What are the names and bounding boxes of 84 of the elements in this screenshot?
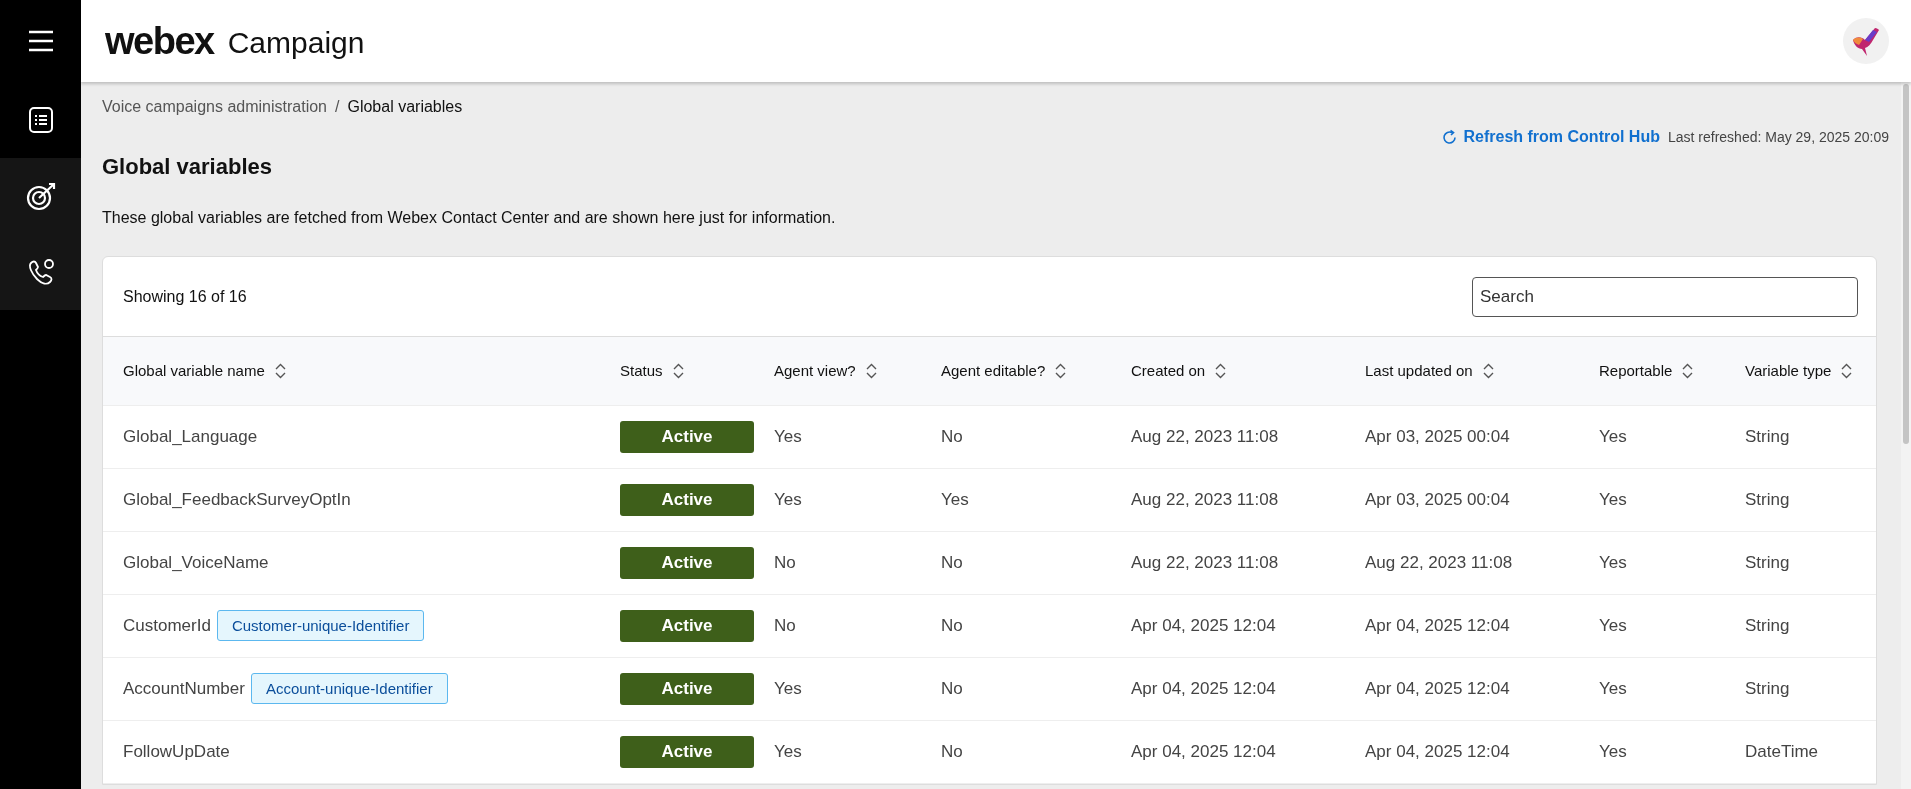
column-header[interactable]: Reportable [1579, 337, 1725, 405]
status-badge: Active [620, 609, 754, 642]
table-cell: No [921, 594, 1111, 657]
sort-icon [865, 362, 877, 379]
table-cell: Yes [1579, 594, 1725, 657]
sort-icon [672, 362, 684, 379]
identifier-tag: Account-unique-Identifier [250, 673, 448, 704]
status-badge: Active [620, 483, 754, 516]
table-cell: String [1725, 531, 1876, 594]
breadcrumb-item[interactable]: Voice campaigns administration [102, 98, 327, 116]
table-cell: Yes [754, 720, 921, 783]
search-field[interactable]: Search [1472, 276, 1858, 317]
column-header[interactable]: Status [600, 337, 754, 405]
table-cell: Aug 22, 2023 11:08 [1111, 531, 1345, 594]
product-name: Campaign [227, 26, 365, 60]
table-cell: String [1725, 657, 1876, 720]
table-cell: Yes [754, 468, 921, 531]
logo-text: webex [105, 19, 214, 63]
sort-icon [274, 362, 286, 379]
refresh-icon[interactable] [1440, 128, 1458, 146]
menu-icon[interactable] [27, 30, 54, 52]
table-cell: Yes [754, 405, 921, 468]
table-cell: No [921, 405, 1111, 468]
table-cell: Apr 04, 2025 12:04 [1111, 594, 1345, 657]
table-cell: Yes [1579, 657, 1725, 720]
table-cell: DateTime [1725, 720, 1876, 783]
column-header[interactable]: Global variable name [103, 337, 600, 405]
table-cell: Aug 22, 2023 11:08 [1111, 468, 1345, 531]
sort-icon [1055, 362, 1067, 379]
table-cell: Yes [1579, 720, 1725, 783]
variable-name: Global_VoiceName [123, 552, 269, 572]
variable-name: AccountNumber [123, 679, 245, 698]
column-header[interactable]: Variable type [1725, 337, 1876, 405]
status-badge: Active [620, 420, 754, 453]
table-cell: Aug 22, 2023 11:08 [1111, 405, 1345, 468]
table-cell: Yes [1579, 405, 1725, 468]
table-cell: No [921, 720, 1111, 783]
variable-name: Global_FeedbackSurveyOptIn [123, 489, 351, 509]
variable-name: CustomerId [123, 616, 211, 635]
list-icon [27, 106, 54, 134]
variable-name: FollowUpDate [123, 741, 230, 761]
table-cell: Yes [1579, 531, 1725, 594]
variable-name: Global_Language [123, 426, 258, 446]
scrollbar[interactable] [1901, 82, 1911, 789]
table-cell: No [754, 531, 921, 594]
table-cell: String [1725, 468, 1876, 531]
table-cell: No [921, 531, 1111, 594]
description-text: These global variables are fetched from Webex Contact Center and are shown here just for information. [102, 209, 837, 227]
column-header[interactable]: Created on [1111, 337, 1345, 405]
column-header[interactable]: Agent editable? [921, 337, 1111, 405]
table-cell: No [921, 657, 1111, 720]
sort-icon [1482, 362, 1494, 379]
breadcrumb-separator: / [335, 98, 340, 116]
status-badge: Active [620, 735, 754, 768]
table-cell: String [1725, 405, 1876, 468]
table-cell: Yes [1579, 468, 1725, 531]
table-cell: No [754, 594, 921, 657]
breadcrumb-item: Global variables [347, 98, 463, 116]
target-icon [24, 180, 57, 212]
table-cell: Apr 04, 2025 12:04 [1345, 720, 1579, 783]
page-title: Global variables [102, 154, 273, 180]
table-cell: String [1725, 594, 1876, 657]
table-cell: Apr 04, 2025 12:04 [1111, 657, 1345, 720]
sort-icon [1841, 362, 1853, 379]
table-cell: Aug 22, 2023 11:08 [1345, 531, 1579, 594]
sort-icon [1682, 362, 1694, 379]
column-header[interactable]: Agent view? [754, 337, 921, 405]
result-count: Showing 16 of 16 [123, 287, 247, 306]
table-cell: Apr 04, 2025 12:04 [1345, 594, 1579, 657]
column-header[interactable]: Last updated on [1345, 337, 1579, 405]
table-cell: Yes [754, 657, 921, 720]
table-cell: Apr 03, 2025 00:04 [1345, 405, 1579, 468]
table-cell: Apr 04, 2025 12:04 [1111, 720, 1345, 783]
last-refreshed-text: Last refreshed: May 29, 2025 20:09 [1667, 129, 1889, 145]
sort-icon [1215, 362, 1227, 379]
sidebar-item[interactable] [0, 234, 81, 310]
sidebar-item[interactable] [0, 158, 81, 234]
table-cell: Yes [921, 468, 1111, 531]
table-cell: Apr 03, 2025 00:04 [1345, 468, 1579, 531]
identifier-tag: Customer-unique-Identifier [216, 610, 425, 641]
status-badge: Active [620, 546, 754, 579]
refresh-link[interactable]: Refresh from Control Hub [1463, 128, 1660, 146]
table-cell: Apr 04, 2025 12:04 [1345, 657, 1579, 720]
status-badge: Active [620, 672, 754, 705]
